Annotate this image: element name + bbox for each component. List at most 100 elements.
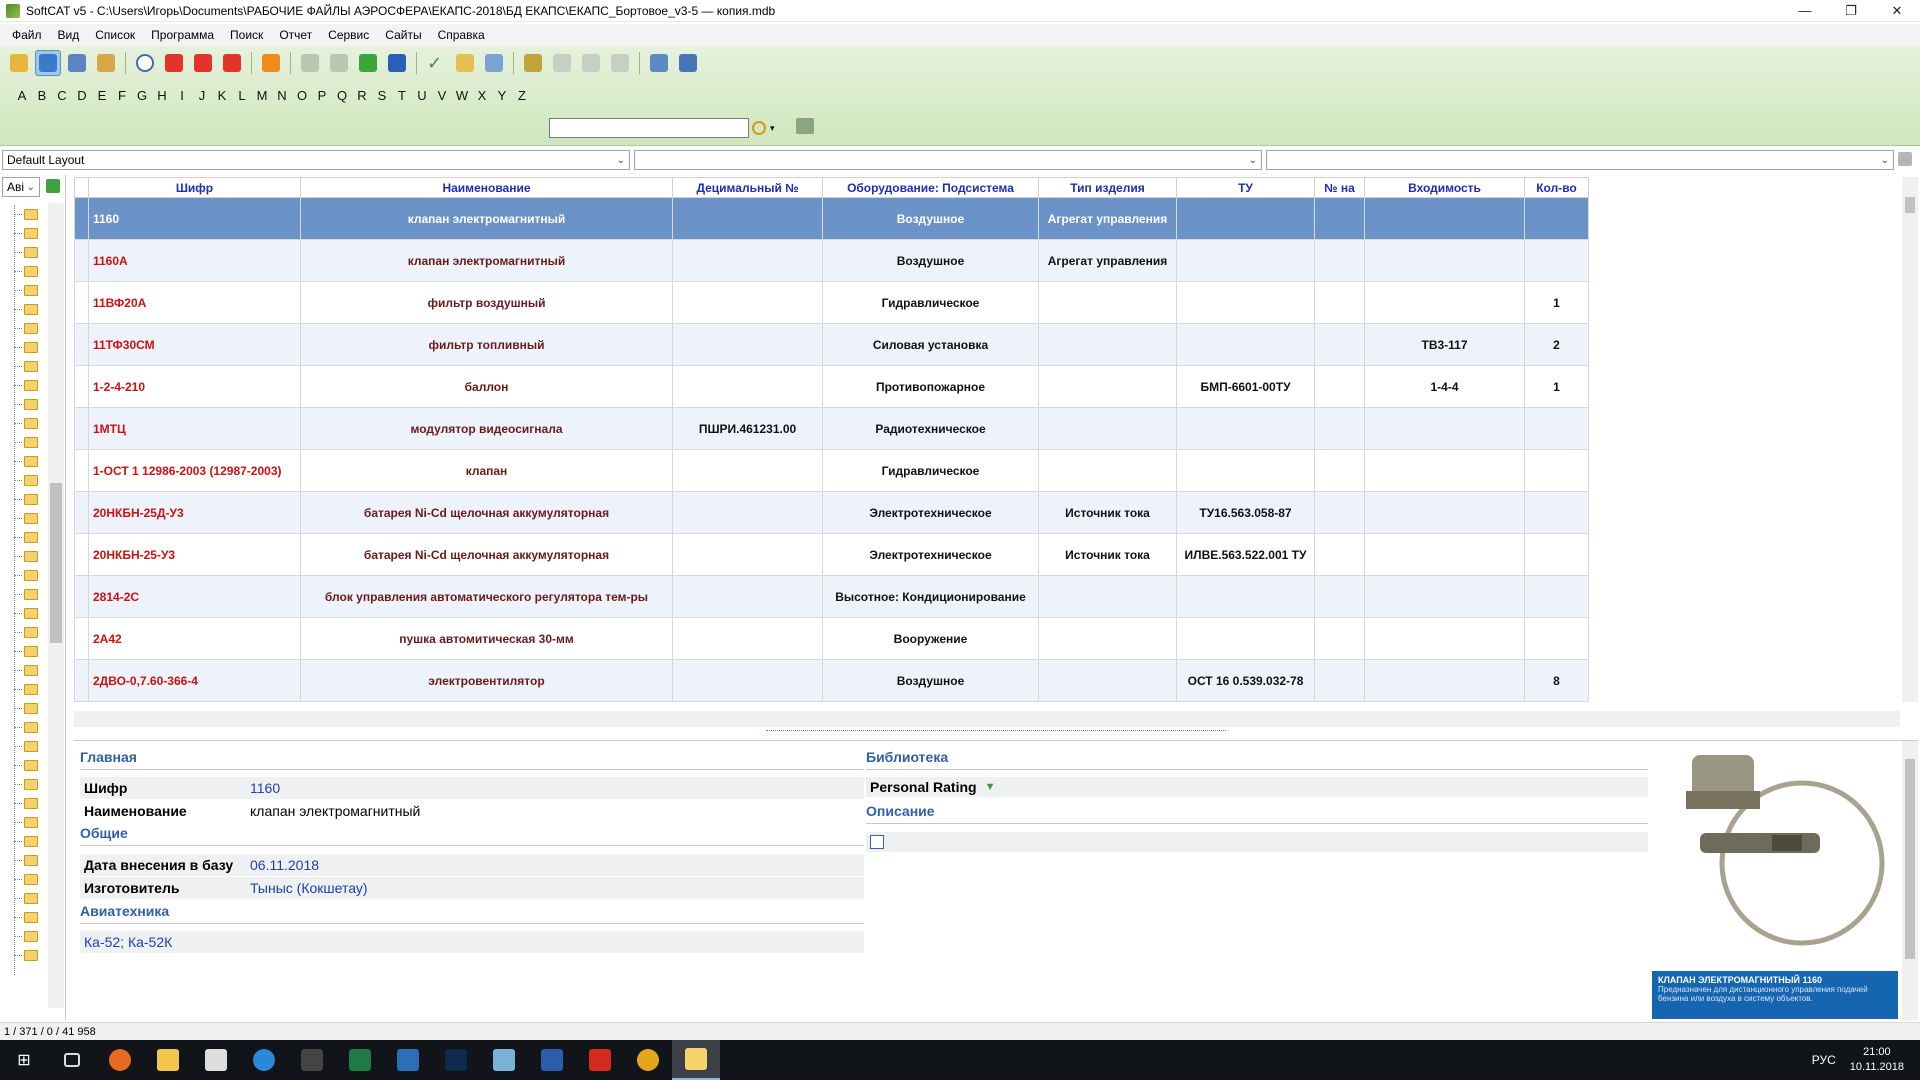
minimize-button[interactable]: —: [1782, 0, 1828, 22]
tree-folder-node[interactable]: [0, 319, 50, 338]
cell-entry[interactable]: [1364, 533, 1525, 576]
tree-folder-node[interactable]: [0, 243, 50, 262]
row-indicator[interactable]: [74, 491, 89, 534]
menu-help[interactable]: Справка: [430, 24, 493, 46]
cell-type[interactable]: Источник тока: [1038, 491, 1177, 534]
letter-f[interactable]: F: [112, 88, 132, 103]
tree-folder-node[interactable]: [0, 205, 50, 224]
field-aircraft-value[interactable]: Ка-52; Ка-52К: [80, 934, 172, 950]
cell-number[interactable]: [1314, 407, 1365, 450]
menu-view[interactable]: Вид: [50, 24, 88, 46]
cell-decimal[interactable]: [672, 197, 823, 240]
tree-folder-node[interactable]: [0, 927, 50, 946]
table-row[interactable]: 1МТЦ модулятор видеосигнала ПШРИ.461231.00…: [74, 407, 1589, 450]
row-indicator[interactable]: [74, 449, 89, 492]
cell-tu[interactable]: [1176, 617, 1315, 660]
menu-list[interactable]: Список: [87, 24, 143, 46]
cell-number[interactable]: [1314, 449, 1365, 492]
photoshop-button[interactable]: [432, 1040, 480, 1080]
table-row[interactable]: 20НКБН-25-У3 батарея Ni-Cd щелочная аккум…: [74, 533, 1589, 576]
letter-t[interactable]: T: [392, 88, 412, 103]
letter-a[interactable]: A: [12, 88, 32, 103]
table-row[interactable]: 2ДВО-0,7.60-366-4 электровентилятор Воздуш…: [74, 659, 1589, 702]
tree-folder-node[interactable]: [0, 262, 50, 281]
cell-entry[interactable]: [1364, 449, 1525, 492]
cell-name[interactable]: клапан электромагнитный: [300, 197, 673, 240]
language-indicator[interactable]: РУС: [1812, 1053, 1836, 1067]
description-field[interactable]: [866, 832, 1648, 852]
edit-list-button[interactable]: [452, 50, 478, 76]
row-indicator[interactable]: [74, 323, 89, 366]
link-button[interactable]: [520, 50, 546, 76]
cell-tu[interactable]: [1176, 407, 1315, 450]
cell-entry[interactable]: [1364, 239, 1525, 282]
cell-subsystem[interactable]: Электротехническое: [822, 533, 1039, 576]
tree-folder-node[interactable]: [0, 604, 50, 623]
tree-folder-node[interactable]: [0, 490, 50, 509]
col-quantity[interactable]: Кол-во: [1524, 177, 1589, 198]
cell-decimal[interactable]: [672, 239, 823, 282]
cell-number[interactable]: [1314, 491, 1365, 534]
cell-type[interactable]: [1038, 281, 1177, 324]
close-button[interactable]: ✕: [1874, 0, 1920, 22]
tree-folder-node[interactable]: [0, 452, 50, 471]
cell-decimal[interactable]: [672, 575, 823, 618]
layout-select-3[interactable]: ⌄: [1266, 150, 1894, 170]
tree-folder-node[interactable]: [0, 414, 50, 433]
scroll-thumb[interactable]: [1905, 197, 1915, 213]
cell-code[interactable]: 20НКБН-25Д-У3: [88, 491, 301, 534]
tree-folder-node[interactable]: [0, 642, 50, 661]
tree-folder-node[interactable]: [0, 338, 50, 357]
layout-select-2[interactable]: ⌄: [634, 150, 1262, 170]
settings-dropdown-button[interactable]: [93, 50, 119, 76]
row-indicator[interactable]: [74, 575, 89, 618]
cell-subsystem[interactable]: Электротехническое: [822, 491, 1039, 534]
app-button[interactable]: [288, 1040, 336, 1080]
letter-e[interactable]: E: [92, 88, 112, 103]
letter-g[interactable]: G: [132, 88, 152, 103]
word-button[interactable]: [528, 1040, 576, 1080]
row-indicator[interactable]: [74, 617, 89, 660]
cell-subsystem[interactable]: Воздушное: [822, 197, 1039, 240]
letter-i[interactable]: I: [172, 88, 192, 103]
open-database-button[interactable]: [6, 50, 32, 76]
app3-button[interactable]: [480, 1040, 528, 1080]
tree-folder-node[interactable]: [0, 395, 50, 414]
table-row[interactable]: 1-2-4-210 баллон Противопожарное БМП-6601-0…: [74, 365, 1589, 408]
letter-k[interactable]: K: [212, 88, 232, 103]
letter-p[interactable]: P: [312, 88, 332, 103]
tree-folder-node[interactable]: [0, 908, 50, 927]
cell-type[interactable]: [1038, 659, 1177, 702]
letter-m[interactable]: M: [252, 88, 272, 103]
cell-name[interactable]: электровентилятор: [300, 659, 673, 702]
cell-entry[interactable]: ТВ3-117: [1364, 323, 1525, 366]
cell-number[interactable]: [1314, 197, 1365, 240]
cell-name[interactable]: клапан: [300, 449, 673, 492]
cell-tu[interactable]: ОСТ 16 0.539.032-78: [1176, 659, 1315, 702]
card-view-button[interactable]: [35, 50, 61, 76]
letter-j[interactable]: J: [192, 88, 212, 103]
cell-number[interactable]: [1314, 323, 1365, 366]
cell-number[interactable]: [1314, 575, 1365, 618]
menu-sites[interactable]: Сайты: [377, 24, 429, 46]
cell-code[interactable]: 2А42: [88, 617, 301, 660]
cell-entry[interactable]: [1364, 617, 1525, 660]
grid-vertical-scrollbar[interactable]: [1902, 177, 1918, 702]
cell-subsystem[interactable]: Радиотехническое: [822, 407, 1039, 450]
cell-subsystem[interactable]: Противопожарное: [822, 365, 1039, 408]
tree-folder-node[interactable]: [0, 699, 50, 718]
cell-number[interactable]: [1314, 617, 1365, 660]
tree-folder-node[interactable]: [0, 566, 50, 585]
tree-folder-node[interactable]: [0, 946, 50, 965]
cell-subsystem[interactable]: Гидравлическое: [822, 281, 1039, 324]
cell-tu[interactable]: ИЛВЕ.563.522.001 ТУ: [1176, 533, 1315, 576]
store-button[interactable]: [192, 1040, 240, 1080]
menu-report[interactable]: Отчет: [271, 24, 320, 46]
cell-quantity[interactable]: [1524, 407, 1589, 450]
menu-service[interactable]: Сервис: [320, 24, 377, 46]
tree-folder-node[interactable]: [0, 870, 50, 889]
cell-entry[interactable]: [1364, 575, 1525, 618]
letter-x[interactable]: X: [472, 88, 492, 103]
letter-v[interactable]: V: [432, 88, 452, 103]
tree-filter-button[interactable]: [46, 179, 62, 195]
